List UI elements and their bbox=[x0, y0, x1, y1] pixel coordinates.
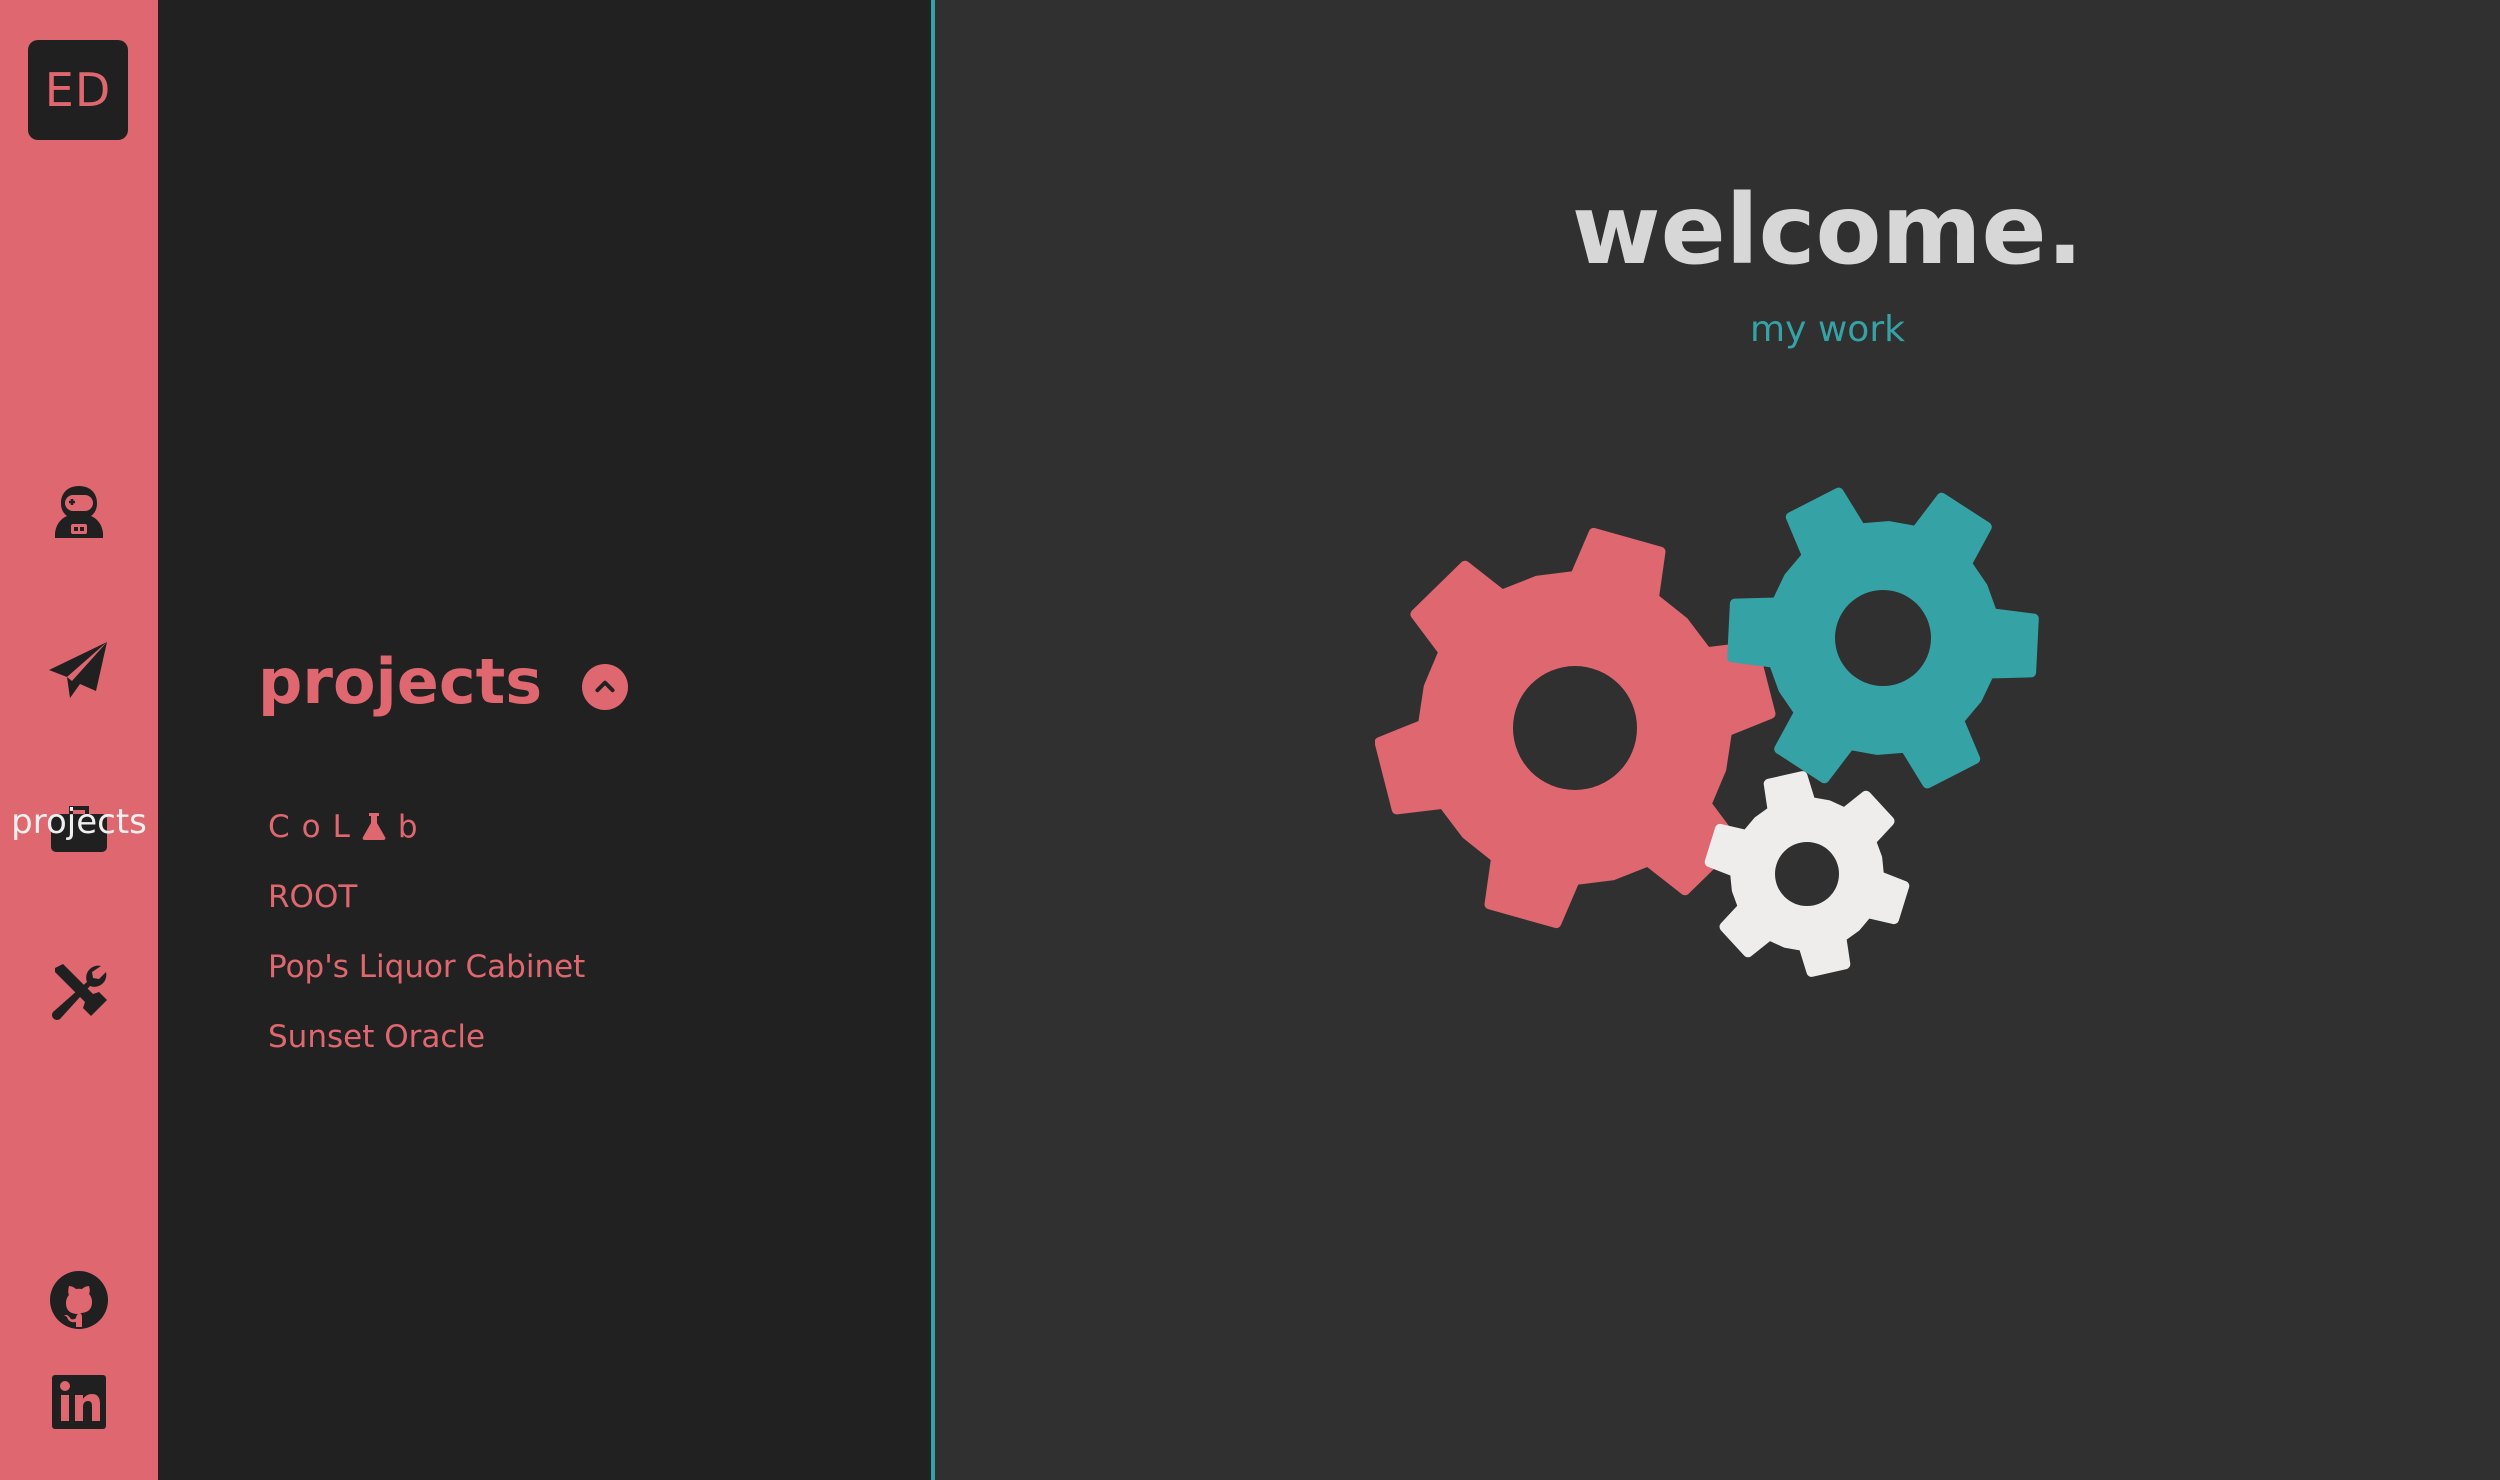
my-work-link[interactable]: my work bbox=[935, 306, 2500, 354]
gears-illustration bbox=[1375, 487, 2039, 977]
project-item-pops-liquor-cabinet[interactable]: Pop's Liquor Cabinet bbox=[268, 946, 585, 1016]
project-item-colab[interactable]: CoL b bbox=[268, 806, 585, 876]
logo[interactable]: ED bbox=[28, 40, 128, 140]
gear-small-icon bbox=[1704, 771, 1910, 977]
flask-icon bbox=[362, 810, 386, 852]
astronaut-icon[interactable] bbox=[47, 480, 111, 544]
projects-heading: projects bbox=[258, 642, 629, 722]
paper-plane-icon[interactable] bbox=[47, 638, 111, 702]
projects-panel bbox=[158, 0, 931, 1480]
panel-title: projects bbox=[258, 645, 543, 718]
main-content: welcome. my work bbox=[935, 0, 2500, 1480]
rail-tooltip: projects bbox=[11, 802, 147, 842]
chevron-up-circle-icon[interactable] bbox=[582, 664, 629, 710]
github-icon[interactable] bbox=[47, 1268, 111, 1332]
project-label: CoL bbox=[268, 809, 362, 845]
project-label: b bbox=[397, 809, 430, 845]
project-list: CoL b ROOT Pop's Liquor Cabinet Sunset Or… bbox=[268, 806, 585, 1086]
project-item-sunset-oracle[interactable]: Sunset Oracle bbox=[268, 1016, 585, 1086]
linkedin-icon[interactable] bbox=[47, 1370, 111, 1434]
project-item-root[interactable]: ROOT bbox=[268, 876, 585, 946]
icon-rail: ED projects bbox=[0, 0, 158, 1480]
page-title: welcome. bbox=[1571, 174, 2084, 286]
gear-medium-icon bbox=[1727, 487, 2039, 789]
tools-icon[interactable] bbox=[47, 960, 111, 1024]
